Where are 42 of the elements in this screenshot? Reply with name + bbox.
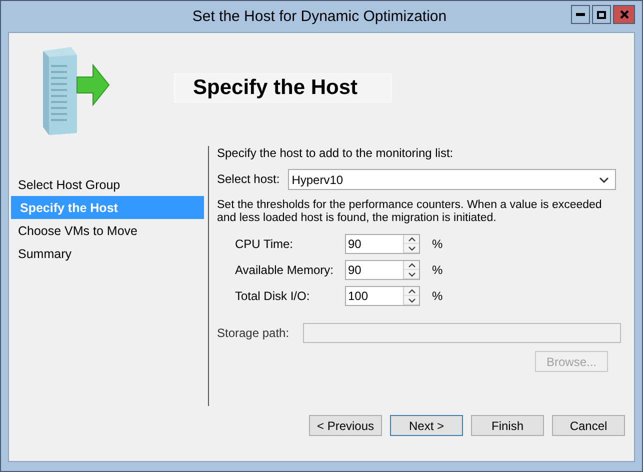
wizard-button[interactable]: < Previous [309, 415, 382, 436]
up-caret-icon [408, 236, 416, 242]
minimize-button[interactable] [571, 5, 590, 24]
decrement-button[interactable] [404, 244, 419, 253]
increment-button[interactable] [404, 261, 419, 270]
down-caret-icon [408, 298, 416, 302]
host-dropdown[interactable]: Hyperv10 [288, 169, 616, 190]
down-caret-icon [408, 272, 416, 276]
counter-label: Available Memory: [235, 263, 334, 277]
wizard-button[interactable]: Cancel [552, 415, 625, 436]
page-heading: Specify the Host [174, 73, 392, 103]
wizard-step[interactable]: Choose VMs to Move [11, 219, 204, 242]
threshold-spinbox[interactable]: 100 [345, 286, 420, 306]
wizard-step[interactable]: Summary [11, 242, 204, 265]
thresholds-text: Set the thresholds for the performance counters. When a value is exceeded and less loaded host is found, the migration is initiated. [217, 199, 603, 225]
close-icon [620, 10, 628, 19]
unit-label: % [432, 237, 443, 251]
intro-text: Specify the host to add to the monitoring list: [217, 147, 454, 160]
increment-button[interactable] [404, 235, 419, 244]
increment-button[interactable] [404, 287, 419, 296]
wizard-step[interactable]: Select Host Group [11, 173, 204, 196]
host-label: Select host: [217, 173, 280, 186]
threshold-spinbox[interactable]: 90 [345, 260, 420, 280]
decrement-button[interactable] [404, 270, 419, 279]
down-caret-icon [408, 246, 416, 250]
counter-label: CPU Time: [235, 237, 294, 251]
up-caret-icon [408, 288, 416, 294]
threshold-spinbox[interactable]: 90 [345, 234, 420, 254]
wizard-button[interactable]: Finish [471, 415, 544, 436]
chevron-down-icon [598, 176, 609, 182]
wizard-button[interactable]: Next > [390, 415, 463, 436]
window-title: Set the Host for Dynamic Optimization [191, 8, 448, 25]
unit-label: % [432, 289, 443, 303]
decrement-button[interactable] [404, 296, 419, 305]
maximize-icon [597, 10, 606, 18]
close-button[interactable] [613, 5, 635, 24]
minimize-icon [576, 13, 585, 16]
up-caret-icon [408, 262, 416, 268]
storage-path-label: Storage path: [217, 326, 290, 340]
counter-label: Total Disk I/O: [235, 289, 311, 303]
unit-label: % [432, 263, 443, 277]
maximize-button[interactable] [592, 5, 611, 24]
